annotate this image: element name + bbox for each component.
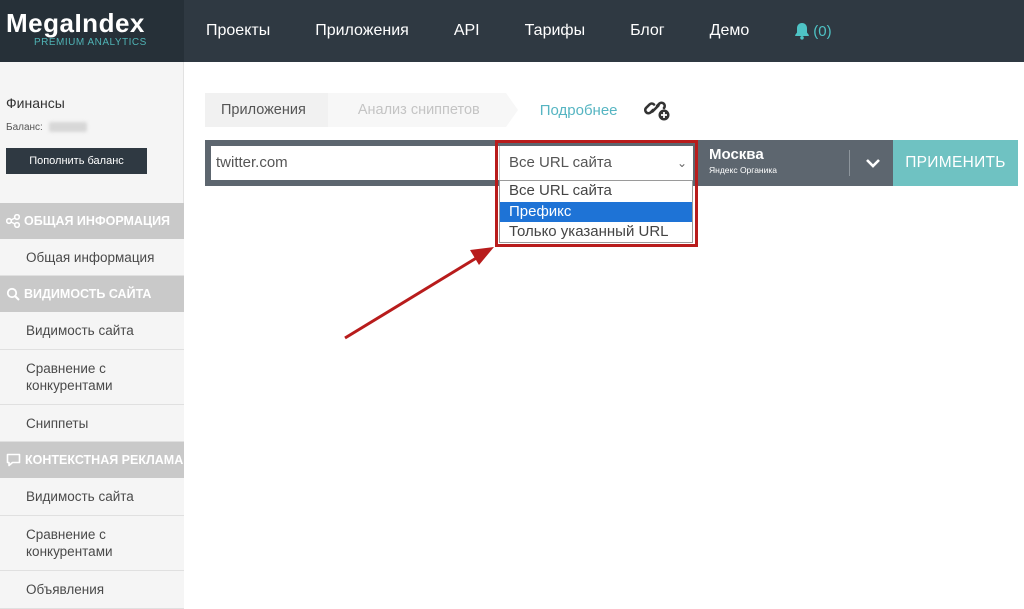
region-dropdown-toggle[interactable]: [854, 146, 892, 180]
more-info-link[interactable]: Подробнее: [540, 102, 618, 119]
section-context-ads[interactable]: КОНТЕКСТНАЯ РЕКЛАМА: [0, 442, 184, 478]
breadcrumb-apps[interactable]: Приложения: [205, 93, 340, 127]
nav-item-blog[interactable]: Блог: [630, 22, 665, 40]
region-source: Яндекс Органика: [709, 165, 777, 175]
balance-value-redacted: [48, 122, 87, 133]
sidebar-item-competitors[interactable]: Сравнение с конкурентами: [0, 350, 184, 405]
chat-icon: [6, 453, 21, 467]
sidebar-item-ads-competitors[interactable]: Сравнение с конкурентами: [0, 516, 184, 571]
sidebar-item-ads-visibility[interactable]: Видимость сайта: [0, 478, 184, 516]
balance-label: Баланс:: [6, 122, 43, 133]
top-navigation-bar: MegaIndex PREMIUM ANALYTICS Проекты Прил…: [0, 0, 1024, 62]
nav-item-demo[interactable]: Демо: [710, 22, 750, 40]
logo[interactable]: MegaIndex PREMIUM ANALYTICS: [0, 0, 184, 62]
annotation-highlight-box: [495, 140, 698, 247]
sidebar-item-snippets[interactable]: Сниппеты: [0, 405, 184, 442]
nav-item-apps[interactable]: Приложения: [315, 22, 409, 40]
breadcrumb: Приложения Анализ сниппетов Подробнее: [205, 93, 672, 127]
sidebar-item-general-info[interactable]: Общая информация: [0, 239, 184, 276]
logo-tagline: PREMIUM ANALYTICS: [34, 37, 147, 48]
main-nav: Проекты Приложения API Тарифы Блог Демо …: [206, 0, 832, 62]
region-name: Москва: [709, 146, 764, 163]
nav-item-projects[interactable]: Проекты: [206, 22, 270, 40]
sidebar: Финансы Баланс: Пополнить баланс ОБЩАЯ И…: [0, 62, 184, 609]
nav-item-pricing[interactable]: Тарифы: [525, 22, 585, 40]
section-label: КОНТЕКСТНАЯ РЕКЛАМА: [25, 453, 184, 467]
sidebar-item-ads[interactable]: Объявления: [0, 571, 184, 609]
breadcrumb-snippet-analysis: Анализ сниппетов: [327, 93, 518, 127]
region-selector[interactable]: Москва Яндекс Органика: [709, 146, 777, 176]
share-icon: [6, 214, 20, 228]
topup-balance-button[interactable]: Пополнить баланс: [6, 148, 147, 174]
section-label: ОБЩАЯ ИНФОРМАЦИЯ: [24, 214, 171, 228]
notification-count: (0): [813, 22, 832, 40]
logo-wordmark: MegaIndex: [6, 8, 145, 38]
bell-icon: [795, 23, 810, 40]
apply-button[interactable]: ПРИМЕНИТЬ: [893, 140, 1018, 186]
section-label: ВИДИМОСТЬ САЙТА: [24, 287, 152, 301]
sidebar-item-visibility[interactable]: Видимость сайта: [0, 312, 184, 350]
notifications-button[interactable]: (0): [794, 22, 832, 40]
balance-row: Баланс:: [6, 122, 87, 133]
domain-input[interactable]: twitter.com: [211, 146, 499, 180]
finance-title: Финансы: [6, 95, 65, 111]
add-link-icon[interactable]: [643, 97, 672, 128]
nav-item-api[interactable]: API: [454, 22, 480, 40]
section-general-info[interactable]: ОБЩАЯ ИНФОРМАЦИЯ: [0, 203, 184, 239]
chevron-down-icon: [866, 159, 880, 168]
search-icon: [6, 287, 20, 301]
section-site-visibility[interactable]: ВИДИМОСТЬ САЙТА: [0, 276, 184, 312]
divider: [849, 150, 850, 176]
